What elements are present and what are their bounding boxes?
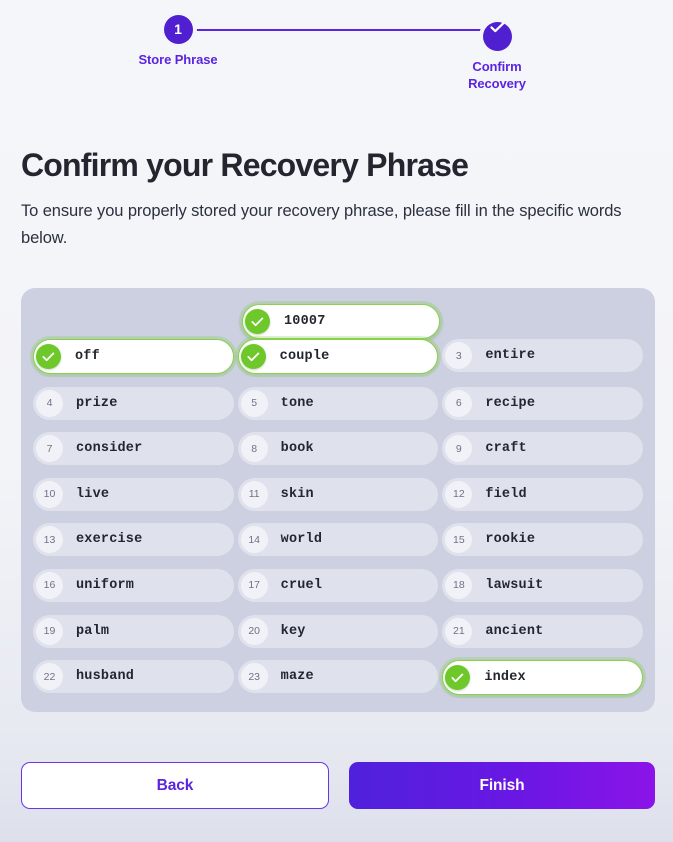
recovery-word-text: recipe xyxy=(485,395,536,411)
recovery-word-text: entire xyxy=(485,348,536,363)
recovery-word-cell[interactable]: 14 world xyxy=(237,523,439,557)
recovery-word-cell[interactable]: 10 live xyxy=(33,477,234,511)
recovery-word-cell[interactable]: 8 book xyxy=(237,432,439,466)
word-index-badge: 14 xyxy=(240,526,268,554)
recovery-word-input-filled[interactable]: couple xyxy=(237,339,439,374)
word-index-badge: 7 xyxy=(36,435,63,463)
recovery-word-cell[interactable]: 17 cruel xyxy=(237,568,439,602)
recovery-word-input-floating[interactable]: 10007 xyxy=(242,304,440,339)
page-title: Confirm your Recovery Phrase xyxy=(21,147,469,183)
recovery-word-text: book xyxy=(280,441,314,457)
recovery-word-text: off xyxy=(75,349,100,364)
check-icon xyxy=(245,309,270,334)
recovery-word-cell[interactable]: 16 uniform xyxy=(33,568,234,602)
recovery-word-text: ancient xyxy=(485,623,544,639)
recovery-word-cell[interactable]: 18 lawsuit xyxy=(442,568,643,602)
recovery-words-panel: 10007 off couple 3 entire 4 prize 5 tone 6 recipe… xyxy=(21,288,655,712)
stepper-step-store-phrase[interactable]: 1 Store Phrase xyxy=(118,15,238,68)
word-index-badge: 8 xyxy=(240,435,268,463)
progress-stepper: 1 Store Phrase Confirm Recovery xyxy=(0,0,673,100)
recovery-word-cell[interactable]: 9 craft xyxy=(442,432,643,466)
page-subtitle: To ensure you properly stored your recov… xyxy=(21,202,622,247)
recovery-word-text: consider xyxy=(76,441,143,457)
word-index-badge: 15 xyxy=(445,526,473,554)
recovery-word-floating-value: 10007 xyxy=(284,314,326,329)
recovery-word-cell[interactable]: 22 husband xyxy=(33,660,234,694)
recovery-word-text: cruel xyxy=(280,577,323,593)
word-index-badge: 10 xyxy=(36,480,63,508)
stepper-bullet-1: 1 xyxy=(163,15,193,44)
back-button[interactable]: Back xyxy=(21,762,329,809)
word-index-badge: 16 xyxy=(36,571,63,599)
stepper-bullet-2 xyxy=(482,22,512,51)
recovery-word-text: field xyxy=(485,486,527,502)
recovery-word-text: prize xyxy=(76,395,118,411)
recovery-word-cell[interactable]: 20 key xyxy=(237,614,439,648)
check-icon xyxy=(240,344,266,369)
word-index-badge: 23 xyxy=(240,663,268,691)
finish-button[interactable]: Finish xyxy=(349,762,655,809)
recovery-word-text: couple xyxy=(279,349,330,364)
word-index-badge: 9 xyxy=(445,435,473,463)
recovery-word-text: maze xyxy=(280,669,314,685)
recovery-word-text: world xyxy=(280,532,323,548)
recovery-word-input-filled[interactable]: index xyxy=(442,660,643,696)
recovery-word-cell[interactable]: 15 rookie xyxy=(442,523,643,557)
recovery-word-cell[interactable]: 13 exercise xyxy=(33,523,234,557)
footer-actions: Back Finish xyxy=(21,762,655,809)
recovery-word-cell[interactable]: 6 recipe xyxy=(442,386,643,420)
page-heading: Confirm your Recovery Phrase To ensure y… xyxy=(21,145,652,252)
recovery-word-cell[interactable]: 23 maze xyxy=(237,660,439,694)
recovery-word-text: palm xyxy=(76,623,110,639)
recovery-word-text: exercise xyxy=(76,532,143,548)
stepper-label-confirm-recovery: Confirm Recovery xyxy=(468,59,526,91)
recovery-word-text: husband xyxy=(76,669,135,685)
recovery-word-cell[interactable]: 21 ancient xyxy=(442,614,643,648)
recovery-word-text: index xyxy=(484,670,526,686)
word-index-badge: 5 xyxy=(240,389,268,417)
recovery-word-cell[interactable]: 19 palm xyxy=(33,614,234,648)
recovery-word-text: tone xyxy=(280,395,314,411)
recovery-word-cell[interactable]: 3 entire xyxy=(442,339,643,372)
word-index-badge: 18 xyxy=(445,571,473,599)
word-index-badge: 19 xyxy=(36,617,63,645)
check-icon xyxy=(445,665,471,691)
recovery-words-grid: off couple 3 entire 4 prize 5 tone 6 recipe 7 consi… xyxy=(33,339,643,696)
word-index-badge: 11 xyxy=(240,480,268,508)
word-index-badge: 3 xyxy=(445,342,473,369)
recovery-word-cell[interactable]: 5 tone xyxy=(237,386,439,420)
stepper-label-store-phrase: Store Phrase xyxy=(138,52,218,67)
word-index-badge: 12 xyxy=(445,480,473,508)
recovery-word-cell[interactable]: 7 consider xyxy=(33,432,234,466)
recovery-word-text: uniform xyxy=(76,577,135,593)
recovery-word-text: key xyxy=(280,623,306,639)
word-index-badge: 4 xyxy=(36,389,63,417)
check-icon xyxy=(489,22,504,33)
recovery-word-cell[interactable]: 12 field xyxy=(442,477,643,511)
recovery-word-text: skin xyxy=(280,486,314,502)
recovery-word-text: lawsuit xyxy=(485,577,544,593)
recovery-word-cell[interactable]: 4 prize xyxy=(33,386,234,420)
word-index-badge: 20 xyxy=(240,617,268,645)
stepper-step-confirm-recovery[interactable]: Confirm Recovery xyxy=(437,15,557,92)
recovery-word-text: craft xyxy=(485,441,527,457)
recovery-word-text: rookie xyxy=(485,532,536,548)
word-index-badge: 22 xyxy=(36,663,63,691)
word-index-badge: 21 xyxy=(445,617,473,645)
word-index-badge: 6 xyxy=(445,389,473,417)
word-index-badge: 17 xyxy=(240,571,268,599)
recovery-phrase-confirm-page: 1 Store Phrase Confirm Recovery Confirm … xyxy=(0,0,673,842)
word-index-badge: 13 xyxy=(36,526,63,554)
recovery-word-input-filled[interactable]: off xyxy=(33,339,234,374)
recovery-word-cell[interactable]: 11 skin xyxy=(237,477,439,511)
check-icon xyxy=(36,344,61,369)
recovery-word-text: live xyxy=(76,486,110,502)
